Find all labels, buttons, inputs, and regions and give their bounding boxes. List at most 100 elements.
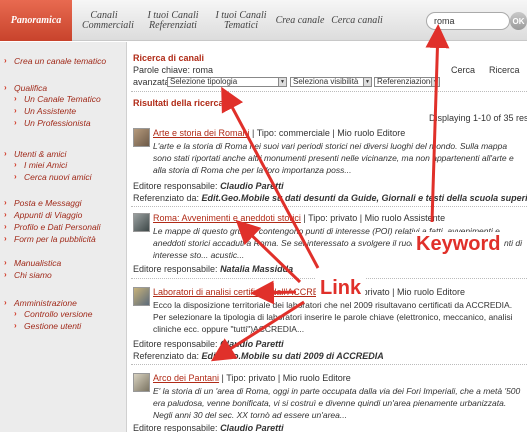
result-meta: | Tipo: commerciale | Mio ruolo Editore (249, 128, 406, 138)
sidebar-item-label: Qualifica (14, 83, 48, 93)
sidebar-item-assistente[interactable]: › Un Assistente (14, 106, 76, 116)
referral-select[interactable]: Referenziazione ▼ (374, 77, 440, 87)
result-description: L'arte e la storia di Roma nei suoi vari… (153, 141, 514, 175)
tab-canali-tematici[interactable]: I tuoi Canali Tematici (210, 0, 272, 41)
sidebar-item-chi-siamo[interactable]: › Chi siamo (4, 270, 52, 280)
chevron-right-icon: › (14, 172, 17, 181)
chevron-down-icon: ▼ (363, 78, 371, 86)
sidebar-item-label: Controllo versione (24, 309, 93, 319)
tab-label: I tuoi Canali Referenziati (147, 9, 199, 31)
tab-canali-commerciali[interactable]: Canali Commerciali (74, 0, 134, 41)
result-editor: Editore responsabile: Claudio Paretti (133, 423, 284, 432)
chevron-down-icon: ▼ (431, 78, 439, 86)
sidebar-item-label: Crea un canale tematico (14, 56, 107, 66)
result-description: Ecco la disposizione territoriale dei la… (153, 300, 513, 334)
result-header: Roma: Avvenimenti e aneddoti storici | T… (153, 213, 445, 223)
result-title-link[interactable]: Roma: Avvenimenti e aneddoti storici (153, 213, 301, 223)
tab-label: Canali Commerciali (82, 9, 134, 31)
chevron-right-icon: › (4, 83, 7, 92)
chevron-right-icon: › (4, 149, 7, 158)
sidebar-item-label: Un Canale Tematico (24, 94, 101, 104)
editor-name: Natalia Massidda (220, 264, 294, 274)
result-thumbnail[interactable] (133, 213, 150, 232)
result-editor: Editore responsabile: Natalia Massidda (133, 264, 293, 274)
search-input[interactable]: roma (426, 12, 510, 30)
tab-panoramica[interactable]: Panoramica (0, 0, 72, 41)
sidebar-item-professionista[interactable]: › Un Professionista (14, 118, 91, 128)
tab-label: Crea canale (275, 14, 325, 26)
chevron-right-icon: › (14, 94, 17, 103)
result-meta: | Tipo: privato | Mio ruolo Assistente (300, 213, 446, 223)
chevron-right-icon: › (4, 298, 7, 307)
tab-canali-referenziati[interactable]: I tuoi Canali Referenziati (136, 0, 210, 41)
sidebar-item-posta[interactable]: › Posta e Messaggi (4, 198, 82, 208)
result-thumbnail[interactable] (133, 373, 150, 392)
ref-value: Edit.Geo.Mobile su dati 2009 di ACCREDIA (201, 351, 384, 361)
sidebar-item-gestione-utenti[interactable]: › Gestione utenti (14, 321, 81, 331)
result-title-link[interactable]: Laboratori di analisi certificati dall'A… (153, 287, 333, 297)
tab-label: Cerca canali (331, 14, 383, 26)
referral-select-value: Referenziazione (377, 77, 435, 86)
type-select[interactable]: Selezione tipologia ▼ (167, 77, 287, 87)
result-thumbnail[interactable] (133, 128, 150, 147)
chevron-right-icon: › (4, 56, 7, 65)
chevron-right-icon: › (4, 270, 7, 279)
result-meta: | Tipo: privato | Mio ruolo Editore (219, 373, 351, 383)
visibility-select[interactable]: Seleziona visibilità ▼ (290, 77, 372, 87)
chevron-down-icon: ▼ (278, 78, 286, 86)
type-select-value: Selezione tipologia (170, 77, 238, 86)
chevron-right-icon: › (14, 106, 17, 115)
tab-label: I tuoi Canali Tematici (215, 9, 267, 31)
chevron-right-icon: › (4, 222, 7, 231)
result-editor: Editore responsabile: Claudio Paretti (133, 181, 284, 191)
sidebar-item-amministrazione[interactable]: › Amministrazione (4, 298, 77, 308)
sidebar-item-appunti[interactable]: › Appunti di Viaggio (4, 210, 82, 220)
ref-label: Referenziato da: (133, 351, 202, 361)
sidebar-item-label: Profilo e Dati Personali (14, 222, 101, 232)
sidebar-item-utenti-amici[interactable]: › Utenti & amici (4, 149, 67, 159)
keywords-label: Parole chiave: roma (133, 65, 214, 75)
sidebar-item-profilo[interactable]: › Profilo e Dati Personali (4, 222, 101, 232)
sidebar-item-label: Un Professionista (24, 118, 91, 128)
tab-label: Panoramica (10, 14, 62, 26)
result-header: Arco dei Pantani | Tipo: privato | Mio r… (153, 373, 351, 383)
result-title-link[interactable]: Arco dei Pantani (153, 373, 219, 383)
ok-button[interactable]: OK (510, 12, 527, 30)
visibility-select-value: Seleziona visibilità (293, 77, 359, 86)
editor-label: Editore responsabile: (133, 423, 221, 432)
result-ref: Referenziato da: Edit.Geo.Mobile su dati… (133, 351, 384, 361)
divider (131, 91, 527, 92)
result-ref: Referenziato da: Edit.Geo.Mobile su dati… (133, 193, 527, 203)
editor-name: Claudio Paretti (220, 339, 284, 349)
chevron-right-icon: › (4, 234, 7, 243)
editor-label: Editore responsabile: (133, 339, 221, 349)
sidebar-item-label: Cerca nuovi amici (24, 172, 92, 182)
editor-label: Editore responsabile: (133, 181, 221, 191)
sidebar-item-manualistica[interactable]: › Manualistica (4, 258, 62, 268)
sidebar-item-crea-canale-tematico[interactable]: › Crea un canale tematico (4, 56, 107, 66)
result-description: E' la storia di un 'area di Roma, oggi i… (153, 386, 521, 420)
divider (131, 364, 527, 365)
result-header: Arte e storia dei Romani | Tipo: commerc… (153, 128, 405, 138)
sidebar-item-miei-amici[interactable]: › I miei Amici (14, 160, 67, 170)
sidebar-item-label: Utenti & amici (14, 149, 67, 159)
chevron-right-icon: › (4, 210, 7, 219)
sidebar-item-nuovi-amici[interactable]: › Cerca nuovi amici (14, 172, 92, 182)
tab-crea-canale[interactable]: Crea canale (272, 0, 328, 41)
ricerca-button[interactable]: Ricerca (489, 65, 520, 75)
editor-name: Claudio Paretti (220, 423, 284, 432)
sidebar-item-label: Manualistica (14, 258, 62, 268)
sidebar-item-form-pubblicita[interactable]: › Form per la pubblicità (4, 234, 96, 244)
result-title-link[interactable]: Arte e storia dei Romani (153, 128, 250, 138)
result-thumbnail[interactable] (133, 287, 150, 306)
link-annotation: Link (316, 276, 366, 300)
sidebar-item-canale-tematico[interactable]: › Un Canale Tematico (14, 94, 101, 104)
search-heading: Ricerca di canali (133, 53, 205, 63)
cerca-button[interactable]: Cerca (451, 65, 475, 75)
ref-value: Edit.Geo.Mobile su dati desunti da Guide… (201, 193, 527, 203)
chevron-right-icon: › (4, 198, 7, 207)
sidebar-item-controllo-versione[interactable]: › Controllo versione (14, 309, 93, 319)
tab-cerca-canali[interactable]: Cerca canali (328, 0, 386, 41)
sidebar-item-qualifica[interactable]: › Qualifica (4, 83, 48, 93)
chevron-right-icon: › (4, 258, 7, 267)
